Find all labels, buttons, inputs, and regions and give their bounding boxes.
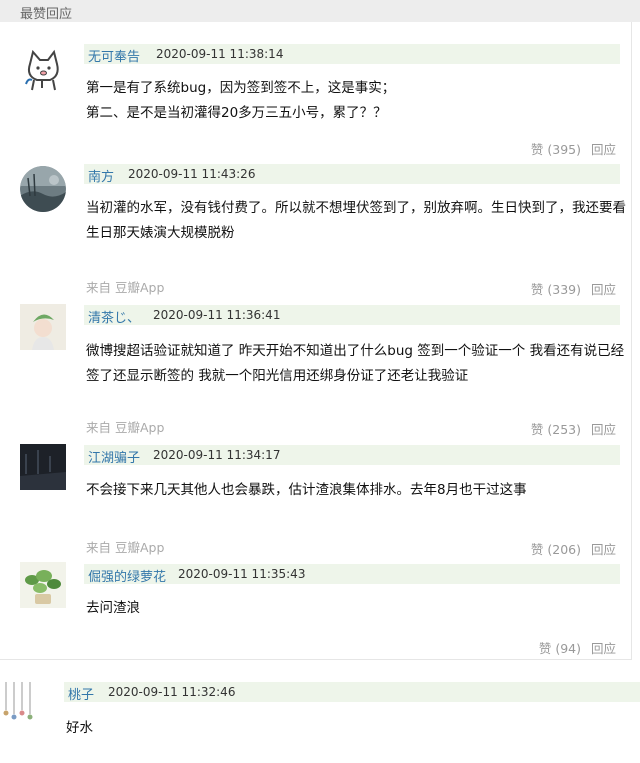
avatar[interactable] <box>20 166 66 212</box>
author-link[interactable]: 清茶じ、 <box>88 307 140 326</box>
comment-line: 第二、是不是当初灌得20多万三五小号，累了？？ <box>86 105 387 121</box>
comment-item: 南方 2020-09-11 11:43:26 当初灌的水军，没有钱付费了。所以就… <box>0 158 640 298</box>
green-plant-icon <box>20 562 66 608</box>
like-button[interactable]: 赞 (395) <box>531 142 581 157</box>
like-button[interactable]: 赞 (339) <box>531 282 581 297</box>
comment-line: 微博搜超话验证就知道了 昨天开始不知道出了什么bug 签到一个验证一个 我看还有… <box>86 343 625 359</box>
avatar[interactable] <box>20 562 66 608</box>
section-title: 最赞回应 <box>20 7 73 22</box>
comment-actions: 赞 (206) 回应 <box>531 539 616 558</box>
comment-line: 当初灌的水军，没有钱付费了。所以就不想埋伏签到了，别放弃啊。生日快到了，我还要看 <box>86 200 626 216</box>
comment-text: 第一是有了系统bug，因为签到签不上，这是事实； 第二、是不是当初灌得20多万三… <box>86 76 395 126</box>
comment-meta: 南方 2020-09-11 11:43:26 <box>84 164 620 185</box>
comment-time: 2020-09-11 11:36:41 <box>153 308 281 322</box>
comment-text: 去问渣浪 <box>86 596 140 621</box>
comment-text: 微博搜超话验证就知道了 昨天开始不知道出了什么bug 签到一个验证一个 我看还有… <box>86 339 624 389</box>
comment-source: 来自 豆瓣App <box>86 420 165 435</box>
comment-meta: 江湖骗子 2020-09-11 11:34:17 <box>84 445 620 466</box>
author-link[interactable]: 江湖骗子 <box>88 447 140 466</box>
landscape-photo-icon <box>20 166 66 212</box>
comment-time: 2020-09-11 11:35:43 <box>178 567 306 581</box>
comment-item: 无可奉告 2020-09-11 11:38:14 第一是有了系统bug，因为签到… <box>0 38 640 158</box>
like-button[interactable]: 赞 (94) <box>539 641 581 656</box>
comment-meta: 倔强的绿萝花 2020-09-11 11:35:43 <box>84 564 620 585</box>
comment-meta: 清茶じ、 2020-09-11 11:36:41 <box>84 305 620 326</box>
comment-actions: 赞 (395) 回应 <box>531 139 616 158</box>
comment-item: 桃子 2020-09-11 11:32:46 好水 <box>0 674 640 763</box>
comment-line: 不会接下来几天其他人也会暴跌，估计渣浪集体排水。去年8月也干过这事 <box>86 482 527 498</box>
comment-text: 好水 <box>66 716 93 741</box>
like-button[interactable]: 赞 (253) <box>531 422 581 437</box>
comment-text: 当初灌的水军，没有钱付费了。所以就不想埋伏签到了，别放弃啊。生日快到了，我还要看… <box>86 196 626 246</box>
comment-line: 生日那天婊演大规模脱粉 <box>86 225 235 241</box>
comment-item: 倔强的绿萝花 2020-09-11 11:35:43 去问渣浪 赞 (94) 回应 <box>0 558 640 658</box>
comment-actions: 赞 (253) 回应 <box>531 419 616 438</box>
comment-actions: 赞 (94) 回应 <box>539 638 616 657</box>
avatar[interactable] <box>20 304 66 350</box>
comment-time: 2020-09-11 11:34:17 <box>153 448 281 462</box>
reply-button[interactable]: 回应 <box>591 641 616 656</box>
girl-leaf-hat-icon <box>20 304 66 350</box>
comment-source: 来自 豆瓣App <box>86 280 165 295</box>
comment-time: 2020-09-11 11:32:46 <box>108 685 236 699</box>
comment-item: 江湖骗子 2020-09-11 11:34:17 不会接下来几天其他人也会暴跌，… <box>0 438 640 558</box>
reply-button[interactable]: 回应 <box>591 422 616 437</box>
hanging-charms-icon <box>0 680 44 726</box>
like-button[interactable]: 赞 (206) <box>531 542 581 557</box>
comment-time: 2020-09-11 11:43:26 <box>128 167 256 181</box>
avatar[interactable] <box>20 46 66 92</box>
avatar[interactable] <box>20 444 66 490</box>
author-link[interactable]: 南方 <box>88 166 114 185</box>
comment-line: 签了还显示断签的 我就一个阳光信用还绑身份证了还老让我验证 <box>86 368 469 384</box>
comment-line: 去问渣浪 <box>86 600 140 616</box>
section-header: 最赞回应 <box>0 0 640 22</box>
author-link[interactable]: 倔强的绿萝花 <box>88 566 166 585</box>
comment-item: 清茶じ、 2020-09-11 11:36:41 微博搜超话验证就知道了 昨天开… <box>0 298 640 438</box>
comment-meta: 桃子 2020-09-11 11:32:46 <box>64 682 640 703</box>
comment-source: 来自 豆瓣App <box>86 540 165 555</box>
cat-cartoon-icon <box>20 46 66 92</box>
comment-line: 好水 <box>66 720 93 736</box>
reply-button[interactable]: 回应 <box>591 282 616 297</box>
avatar[interactable] <box>0 680 44 726</box>
author-link[interactable]: 桃子 <box>68 684 94 703</box>
comment-meta: 无可奉告 2020-09-11 11:38:14 <box>84 44 620 65</box>
author-link[interactable]: 无可奉告 <box>88 46 140 65</box>
comment-actions: 赞 (339) 回应 <box>531 279 616 298</box>
comment-text: 不会接下来几天其他人也会暴跌，估计渣浪集体排水。去年8月也干过这事 <box>86 478 527 503</box>
comment-time: 2020-09-11 11:38:14 <box>156 47 284 61</box>
reply-button[interactable]: 回应 <box>591 542 616 557</box>
comment-line: 第一是有了系统bug，因为签到签不上，这是事实； <box>86 80 396 96</box>
dark-scene-icon <box>20 444 66 490</box>
reply-button[interactable]: 回应 <box>591 142 616 157</box>
